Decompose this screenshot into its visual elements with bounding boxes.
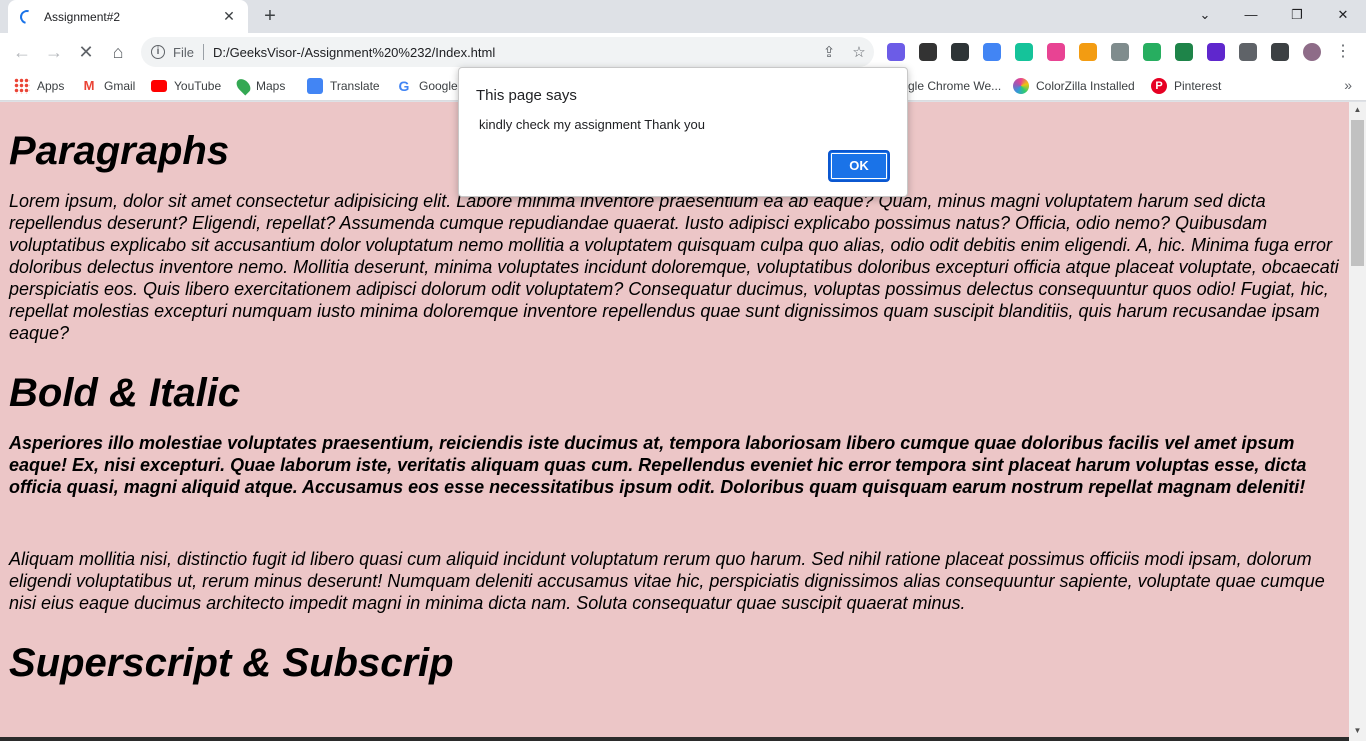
ext-green-icon[interactable] bbox=[1175, 43, 1193, 61]
gmail-icon: M bbox=[83, 78, 95, 93]
bookmark-chrome-web-store[interactable]: gle Chrome We... bbox=[908, 76, 1001, 96]
bookmark-maps[interactable]: Maps bbox=[233, 76, 286, 96]
bookmark-google[interactable]: G Google bbox=[396, 76, 458, 96]
bookmark-label: Translate bbox=[330, 79, 380, 93]
minimize-button[interactable]: — bbox=[1228, 0, 1274, 30]
apps-grid-icon bbox=[14, 78, 30, 94]
tab-strip: Assignment#2 ✕ + ⌄ — ❐ ✕ bbox=[0, 0, 1366, 33]
ext-grammarly-icon[interactable] bbox=[1015, 43, 1033, 61]
heading-superscript-subscript: Superscript & Subscrip bbox=[9, 641, 454, 685]
bookmark-label: Maps bbox=[256, 79, 286, 93]
tab-active[interactable]: Assignment#2 ✕ bbox=[8, 0, 248, 33]
address-bar[interactable]: i File D:/GeeksVisor-/Assignment%20%232/… bbox=[141, 37, 874, 67]
page-content: Paragraphs Lorem ipsum, dolor sit amet c… bbox=[0, 102, 1349, 741]
scheme-label: File bbox=[173, 44, 194, 60]
ext-avatar-icon[interactable] bbox=[1303, 43, 1321, 61]
loading-spinner-icon bbox=[17, 6, 37, 27]
ext-sidepanel-icon[interactable] bbox=[1271, 43, 1289, 61]
dialog-title: This page says bbox=[476, 87, 577, 104]
colorzilla-icon bbox=[1013, 78, 1029, 94]
alert-dialog: This page says kindly check my assignmen… bbox=[458, 67, 908, 197]
bookmark-gmail[interactable]: M Gmail bbox=[81, 76, 136, 96]
ext-d-icon[interactable] bbox=[887, 43, 905, 61]
omnibox-separator bbox=[202, 44, 204, 60]
chrome-menu-icon[interactable]: ⋮ bbox=[1334, 43, 1352, 61]
scrollbar-thumb[interactable] bbox=[1351, 120, 1364, 266]
ext-eyedropper-icon[interactable] bbox=[951, 43, 969, 61]
pinterest-icon: P bbox=[1151, 78, 1167, 94]
ext-puzzle-icon[interactable] bbox=[1239, 43, 1257, 61]
back-button[interactable]: ← bbox=[6, 36, 38, 68]
stop-loading-button[interactable]: ✕ bbox=[70, 36, 102, 68]
google-icon: G bbox=[398, 78, 410, 94]
taskbar-edge bbox=[0, 737, 1349, 741]
ext-translate-icon[interactable] bbox=[983, 43, 1001, 61]
restore-button[interactable]: ❐ bbox=[1274, 0, 1320, 30]
translate-icon bbox=[307, 78, 323, 94]
site-info-icon[interactable]: i bbox=[151, 45, 165, 59]
paragraph-bold-italic: Asperiores illo molestiae voluptates pra… bbox=[9, 433, 1307, 497]
bookmark-star-icon[interactable]: ☆ bbox=[844, 43, 874, 61]
tab-title: Assignment#2 bbox=[44, 9, 121, 24]
bookmarks-overflow-icon[interactable]: » bbox=[1344, 77, 1352, 93]
bookmark-label: Apps bbox=[37, 79, 65, 93]
maps-pin-icon bbox=[233, 76, 254, 96]
ext-colorgrid-icon[interactable] bbox=[1047, 43, 1065, 61]
bookmark-label: Gmail bbox=[104, 79, 136, 93]
bookmark-label: Pinterest bbox=[1174, 79, 1222, 93]
bookmark-translate[interactable]: Translate bbox=[307, 76, 380, 96]
home-button[interactable]: ⌂ bbox=[102, 36, 134, 68]
scroll-up-icon[interactable]: ▲ bbox=[1349, 105, 1366, 114]
window-close-button[interactable]: ✕ bbox=[1320, 0, 1366, 30]
bookmark-pinterest[interactable]: P Pinterest bbox=[1151, 76, 1221, 96]
forward-button[interactable]: → bbox=[38, 36, 70, 68]
bookmark-label: YouTube bbox=[174, 79, 222, 93]
bookmark-label: ColorZilla Installed bbox=[1036, 79, 1135, 93]
ext-camera-icon[interactable] bbox=[1143, 43, 1161, 61]
ext-m-icon[interactable] bbox=[919, 43, 937, 61]
tab-close-icon[interactable]: ✕ bbox=[220, 8, 238, 25]
toolbar: ← → ✕ ⌂ i File D:/GeeksVisor-/Assignment… bbox=[0, 33, 1366, 71]
vertical-scrollbar[interactable]: ▲ ▼ bbox=[1349, 102, 1366, 741]
share-icon[interactable]: ⇪ bbox=[814, 43, 844, 61]
bookmark-label: gle Chrome We... bbox=[908, 79, 1002, 93]
ok-button[interactable]: OK bbox=[828, 150, 890, 182]
scroll-down-icon[interactable]: ▼ bbox=[1349, 726, 1366, 735]
ext-purple-icon[interactable] bbox=[1207, 43, 1225, 61]
dialog-message: kindly check my assignment Thank you bbox=[479, 117, 705, 132]
bookmark-label: Google bbox=[419, 79, 458, 93]
tab-search-icon[interactable]: ⌄ bbox=[1182, 0, 1228, 30]
ext-t-icon[interactable] bbox=[1111, 43, 1129, 61]
bookmark-apps[interactable]: Apps bbox=[14, 76, 64, 96]
heading-bold-italic: Bold & Italic bbox=[9, 371, 241, 415]
bookmark-youtube[interactable]: YouTube bbox=[151, 76, 221, 96]
url-text[interactable]: D:/GeeksVisor-/Assignment%20%232/Index.h… bbox=[213, 45, 814, 60]
youtube-icon bbox=[151, 80, 167, 92]
ext-orange-icon[interactable] bbox=[1079, 43, 1097, 61]
paragraph-aliquam: Aliquam mollitia nisi, distinctio fugit … bbox=[9, 549, 1325, 613]
new-tab-button[interactable]: + bbox=[258, 4, 282, 28]
bookmark-colorzilla[interactable]: ColorZilla Installed bbox=[1013, 76, 1135, 96]
paragraph-lorem: Lorem ipsum, dolor sit amet consectetur … bbox=[9, 191, 1339, 343]
